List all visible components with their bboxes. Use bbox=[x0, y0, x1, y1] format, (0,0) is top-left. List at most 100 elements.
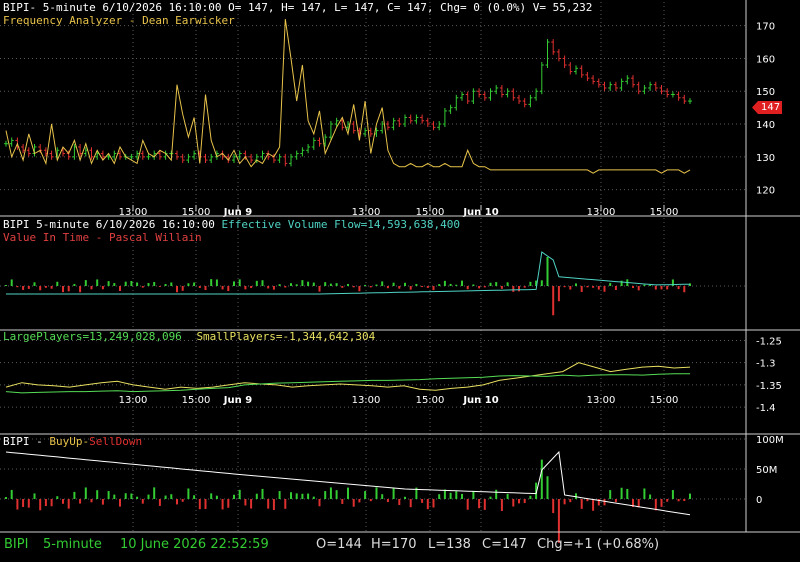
value-in-time-bar bbox=[130, 281, 133, 286]
buyup-bar bbox=[649, 494, 652, 499]
value-in-time-bar bbox=[438, 284, 441, 286]
players-axis-tick: -1.35 bbox=[756, 381, 782, 392]
selldown-bar bbox=[603, 499, 606, 506]
value-in-time-bar bbox=[609, 282, 612, 286]
selldown-bar bbox=[119, 499, 121, 507]
buyup-bar bbox=[290, 492, 292, 499]
time-axis-label: 13:00 bbox=[587, 395, 616, 406]
value-in-time-bar bbox=[381, 281, 384, 286]
value-in-time-bar bbox=[666, 286, 669, 290]
value-in-time-bar bbox=[113, 283, 116, 286]
buyup-bar bbox=[575, 493, 577, 499]
selldown-bar bbox=[50, 499, 53, 507]
buysell-axis-tick: 50M bbox=[756, 465, 777, 476]
selldown-bar bbox=[586, 499, 589, 502]
buyup-bar bbox=[136, 496, 139, 499]
buyup-bar bbox=[329, 487, 332, 499]
value-in-time-bar bbox=[22, 286, 25, 290]
selldown-bar bbox=[341, 499, 344, 504]
buyup-bar bbox=[255, 493, 258, 499]
value-in-time-bar bbox=[489, 282, 492, 286]
chart-canvas[interactable]: 13:00 15:00 Jun 9 13:00 15:00 Jun 10 13:00 15:0… bbox=[0, 0, 800, 562]
value-in-time-bar bbox=[16, 286, 19, 288]
buyup-bar bbox=[307, 493, 310, 499]
value-in-time-bar bbox=[187, 283, 190, 286]
buyup-bar bbox=[392, 488, 395, 499]
selldown-bar bbox=[204, 499, 207, 510]
large-players-line bbox=[5, 373, 690, 394]
buyup-bar bbox=[170, 494, 173, 499]
value-in-time-label: Value In Time - Pascal Willain bbox=[3, 231, 202, 244]
buyup-bar bbox=[238, 489, 241, 499]
status-change: Chg=+1 (+0.68%) bbox=[537, 537, 660, 552]
selldown-bar bbox=[512, 499, 515, 507]
value-in-time-bar bbox=[62, 286, 64, 293]
value-in-time-bar bbox=[244, 286, 247, 290]
value-in-time-bar bbox=[170, 282, 173, 286]
large-players-label: LargePlayers=13,249,028,096 bbox=[3, 330, 182, 343]
value-in-time-bar bbox=[500, 286, 503, 289]
selldown-bar bbox=[176, 499, 178, 505]
selldown-bar bbox=[409, 499, 412, 508]
value-in-time-bar bbox=[483, 286, 486, 288]
selldown-bar bbox=[483, 499, 486, 510]
value-in-time-bar bbox=[79, 286, 82, 293]
buyup-bar bbox=[147, 494, 150, 499]
selldown-bar bbox=[500, 499, 503, 511]
value-in-time-bar bbox=[683, 286, 686, 293]
selldown-bar bbox=[101, 499, 104, 505]
value-in-time-bar bbox=[335, 283, 338, 286]
selldown-bar bbox=[267, 499, 270, 509]
value-in-time-bar bbox=[215, 279, 218, 286]
value-in-time-bar bbox=[392, 282, 395, 286]
small-players-label: SmallPlayers=-1,344,642,304 bbox=[196, 330, 376, 343]
value-in-time-bar bbox=[552, 286, 555, 316]
buyup-bar bbox=[404, 496, 406, 499]
value-in-time-bar bbox=[147, 283, 150, 286]
value-in-time-bar bbox=[73, 283, 76, 286]
pane-frames bbox=[0, 0, 800, 533]
volume-header-prefix: BIPI 5-minute 6/10/2026 16:10:00 bbox=[3, 218, 215, 231]
effective-volume-flow-line bbox=[6, 251, 691, 295]
volume-pane-header: BIPI 5-minute 6/10/2026 16:10:00 Effecti… bbox=[3, 219, 460, 231]
status-close: C=147 bbox=[482, 537, 527, 552]
value-in-time-bar bbox=[39, 286, 42, 291]
value-in-time-bar bbox=[50, 286, 53, 289]
selldown-bar bbox=[478, 499, 481, 509]
value-in-time-bar bbox=[523, 286, 526, 288]
selldown-label: SellDown bbox=[89, 435, 143, 448]
value-in-time-bar bbox=[654, 286, 657, 290]
time-axis-label: 15:00 bbox=[182, 395, 211, 406]
value-in-time-bar bbox=[643, 284, 646, 286]
buyup-bar bbox=[472, 491, 475, 499]
selldown-bar bbox=[250, 499, 253, 509]
value-in-time-bar bbox=[597, 286, 600, 290]
selldown-bar bbox=[426, 499, 429, 510]
selldown-bar bbox=[666, 499, 669, 502]
selldown-bar bbox=[90, 499, 93, 503]
buyup-bar bbox=[489, 496, 492, 499]
value-in-time-bar bbox=[284, 286, 287, 288]
value-in-time-bar bbox=[369, 286, 372, 288]
selldown-bar bbox=[16, 499, 19, 510]
value-in-time-bar bbox=[164, 284, 167, 286]
frequency-analyzer-line bbox=[5, 19, 691, 174]
selldown-bar bbox=[39, 499, 42, 511]
buyup-bar bbox=[529, 495, 532, 499]
status-symbol: BIPI bbox=[4, 537, 29, 552]
selldown-bar bbox=[386, 499, 389, 503]
buyup-label: BuyUp- bbox=[49, 435, 90, 448]
selldown-bar bbox=[221, 499, 224, 510]
price-axis-tick: 120 bbox=[756, 186, 775, 197]
price-axis-tick: 130 bbox=[756, 153, 775, 164]
value-in-time-bar bbox=[461, 280, 463, 286]
players-axis-tick: -1.25 bbox=[756, 336, 782, 347]
value-in-time-bar bbox=[677, 286, 680, 290]
selldown-bar bbox=[398, 499, 401, 506]
value-in-time-bar bbox=[478, 286, 481, 289]
selldown-bar bbox=[198, 499, 201, 510]
value-in-time-bar bbox=[518, 286, 520, 292]
status-datetime: 10 June 2026 22:52:59 bbox=[120, 537, 269, 552]
selldown-bar bbox=[358, 499, 361, 503]
buyup-bar bbox=[187, 488, 190, 499]
